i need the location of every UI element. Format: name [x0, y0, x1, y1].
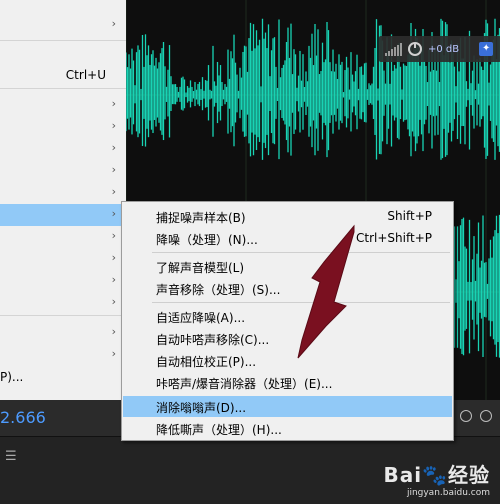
parent-menu-item[interactable]: › [0, 344, 126, 366]
submenu-arrow-icon: › [111, 229, 116, 242]
parent-menu-shortcut: Ctrl+U [65, 68, 106, 82]
submenu-item-label: 了解声音模型(L) [156, 261, 245, 275]
zoom-in-icon[interactable] [460, 410, 472, 422]
menu-separator [0, 88, 126, 89]
submenu-item[interactable]: 自适应降噪(A)... [123, 306, 452, 327]
submenu-item[interactable]: 捕捉噪声样本(B) Shift+P [123, 206, 452, 227]
parent-menu-label: P)... [0, 370, 24, 384]
submenu-item-label: 自动咔嗒声移除(C)... [156, 333, 270, 347]
submenu-arrow-icon: › [111, 251, 116, 264]
menu-separator [152, 252, 450, 253]
zoom-controls [460, 410, 492, 422]
parent-menu-item[interactable]: › [0, 138, 126, 160]
submenu-item-label: 自适应降噪(A)... [156, 311, 246, 325]
submenu-item-shortcut: Shift+P [387, 209, 432, 223]
submenu-arrow-icon: › [111, 207, 116, 220]
submenu-arrow-icon: › [111, 295, 116, 308]
submenu-item-label: 咔嗒声/爆音消除器（处理）(E)... [156, 377, 333, 391]
submenu-item[interactable]: 声音移除（处理）(S)... [123, 278, 452, 299]
gain-value: +0 dB [428, 43, 460, 55]
menu-icon[interactable]: ☰ [5, 449, 17, 464]
submenu-item-label: 降低嘶声（处理）(H)... [156, 423, 282, 437]
watermark-logo: Bai🐾经验 [383, 463, 490, 487]
watermark-url: jingyan.baidu.com [406, 488, 490, 498]
menu-separator [0, 315, 126, 316]
parent-menu-item[interactable]: › [0, 94, 126, 116]
submenu-item[interactable]: 自动相位校正(P)... [123, 350, 452, 371]
submenu-arrow-icon: › [111, 347, 116, 360]
submenu-item[interactable]: 了解声音模型(L) [123, 256, 452, 277]
submenu-item-label: 自动相位校正(P)... [156, 355, 257, 369]
submenu-item-shortcut: Ctrl+Shift+P [356, 231, 432, 245]
submenu-item-label: 捕捉噪声样本(B) [156, 211, 246, 225]
submenu-item[interactable]: 消除嗡嗡声(D)... [123, 396, 452, 417]
timecode-display: 2.666 [0, 408, 46, 427]
submenu-arrow-icon: › [111, 185, 116, 198]
bottom-panel: ☰ Bai🐾经验 jingyan.baidu.com [0, 436, 500, 504]
gain-knob-icon[interactable] [408, 42, 422, 56]
watermark: Bai🐾经验 jingyan.baidu.com [384, 459, 491, 498]
parent-menu-item[interactable]: › [0, 14, 126, 36]
submenu-arrow-icon: › [111, 119, 116, 132]
parent-menu-item[interactable]: › [0, 160, 126, 182]
level-meter-icon [385, 42, 402, 56]
parent-menu-item[interactable]: › [0, 292, 126, 314]
submenu-arrow-icon: › [111, 163, 116, 176]
parent-menu-item[interactable]: › [0, 182, 126, 204]
submenu-arrow-icon: › [111, 141, 116, 154]
submenu-arrow-icon: › [111, 97, 116, 110]
menu-separator [152, 302, 450, 303]
effects-menu: › Ctrl+U › › › › › › › › › › › › P)... [0, 0, 126, 400]
parent-menu-item[interactable]: › [0, 226, 126, 248]
pin-icon[interactable]: ✦ [479, 42, 494, 56]
submenu-item-label: 降噪（处理）(N)... [156, 233, 258, 247]
clip-gain-hud[interactable]: +0 dB ✦ [379, 36, 500, 62]
submenu-item-label: 消除嗡嗡声(D)... [156, 401, 247, 415]
parent-menu-item[interactable]: › [0, 116, 126, 138]
parent-menu-item[interactable]: Ctrl+U [0, 64, 126, 86]
menu-separator [0, 40, 126, 41]
zoom-fit-icon[interactable] [480, 410, 492, 422]
submenu-arrow-icon: › [111, 17, 116, 30]
parent-menu-item[interactable]: › [0, 270, 126, 292]
parent-menu-item[interactable]: › [0, 204, 126, 226]
parent-menu-item[interactable]: P)... [0, 366, 126, 388]
submenu-item-label: 声音移除（处理）(S)... [156, 283, 281, 297]
submenu-item[interactable]: 自动咔嗒声移除(C)... [123, 328, 452, 349]
submenu-item[interactable]: 降低嘶声（处理）(H)... [123, 418, 452, 439]
parent-menu-item[interactable]: › [0, 322, 126, 344]
parent-menu-item[interactable]: › [0, 248, 126, 270]
noise-reduction-submenu: 捕捉噪声样本(B) Shift+P 降噪（处理）(N)... Ctrl+Shift+P… [121, 201, 454, 441]
submenu-item[interactable]: 咔嗒声/爆音消除器（处理）(E)... [123, 372, 452, 393]
submenu-arrow-icon: › [111, 273, 116, 286]
submenu-arrow-icon: › [111, 325, 116, 338]
submenu-item[interactable]: 降噪（处理）(N)... Ctrl+Shift+P [123, 228, 452, 249]
